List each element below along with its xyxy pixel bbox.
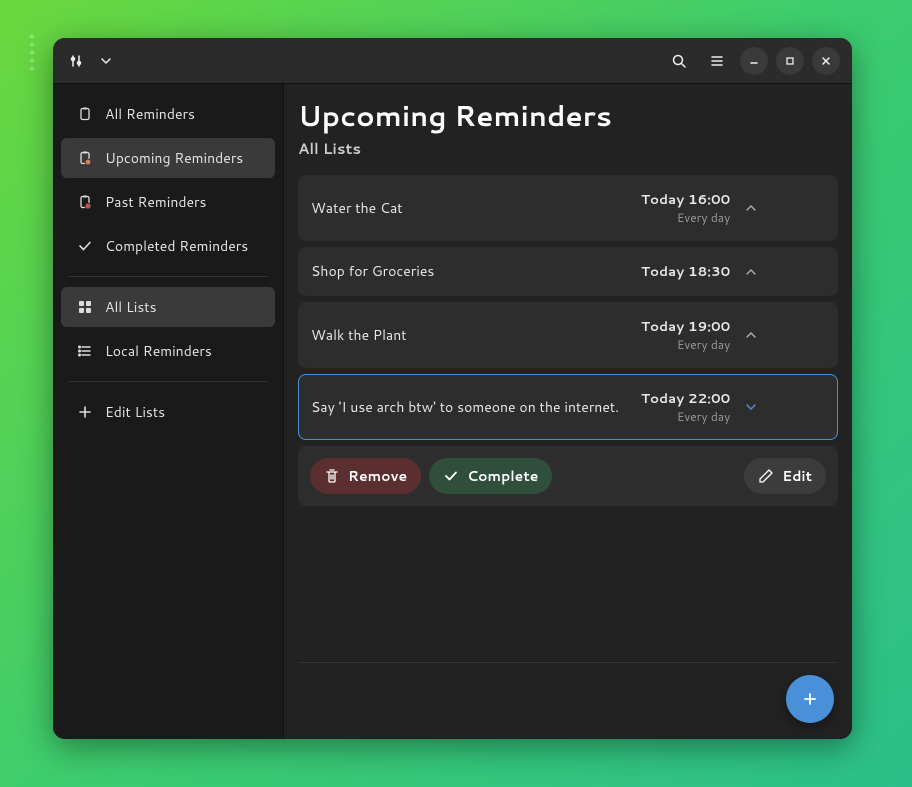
page-subtitle: All Lists [298, 138, 838, 159]
sidebar-item-edit-lists[interactable]: Edit Lists [61, 392, 275, 432]
sidebar: All Reminders Upcoming Reminders Past Re… [53, 84, 283, 739]
titlebar [53, 38, 852, 84]
complete-button[interactable]: Complete [429, 458, 552, 494]
minimize-button[interactable] [740, 47, 768, 75]
menu-icon [709, 53, 725, 69]
chevron-down-icon [100, 55, 112, 67]
chevron-up-icon [745, 266, 757, 278]
trash-icon [324, 468, 340, 484]
clipboard-clock-icon [77, 150, 93, 166]
sidebar-item-label: Upcoming Reminders [105, 148, 243, 168]
sidebar-item-label: Completed Reminders [105, 236, 248, 256]
search-icon [671, 53, 687, 69]
reminder-repeat: Every day [641, 408, 730, 425]
action-panel: Remove Complete Edit [298, 446, 838, 506]
divider [298, 662, 838, 663]
close-button[interactable] [812, 47, 840, 75]
reminder-row[interactable]: Shop for Groceries Today 18:30 [298, 247, 838, 296]
check-icon [443, 468, 459, 484]
reminder-when: Today 22:00 [641, 389, 730, 408]
sidebar-item-label: All Lists [105, 297, 157, 317]
complete-label: Complete [467, 466, 538, 486]
sidebar-item-label: Local Reminders [105, 341, 212, 361]
reminder-title: Say 'I use arch btw' to someone on the i… [311, 398, 631, 416]
pencil-icon [758, 468, 774, 484]
reminder-repeat: Every day [641, 209, 730, 226]
check-icon [77, 238, 93, 254]
reminder-row[interactable]: Water the Cat Today 16:00 Every day [298, 175, 838, 241]
add-reminder-button[interactable] [786, 675, 834, 723]
maximize-button[interactable] [776, 47, 804, 75]
reminder-title: Water the Cat [311, 199, 631, 217]
sidebar-item-label: Edit Lists [105, 402, 165, 422]
reminder-repeat: Every day [641, 336, 730, 353]
divider [69, 381, 267, 382]
edit-button[interactable]: Edit [744, 458, 826, 494]
maximize-icon [784, 55, 796, 67]
expand-toggle[interactable] [742, 266, 760, 278]
expand-toggle[interactable] [742, 329, 760, 341]
expand-toggle[interactable] [742, 202, 760, 214]
sidebar-item-label: All Reminders [105, 104, 195, 124]
reminder-when: Today 16:00 [641, 190, 730, 209]
chevron-up-icon [745, 329, 757, 341]
grid-icon [77, 299, 93, 315]
close-icon [820, 55, 832, 67]
page-title: Upcoming Reminders [298, 96, 838, 136]
sidebar-item-completed-reminders[interactable]: Completed Reminders [61, 226, 275, 266]
divider [69, 276, 267, 277]
view-dropdown-button[interactable] [91, 46, 121, 76]
reminder-when: Today 19:00 [641, 317, 730, 336]
reminder-title: Walk the Plant [311, 326, 631, 344]
plus-icon [77, 404, 93, 420]
chevron-down-icon [745, 401, 757, 413]
search-button[interactable] [664, 46, 694, 76]
reminder-when: Today 18:30 [641, 262, 730, 281]
chevron-up-icon [745, 202, 757, 214]
reminder-row[interactable]: Walk the Plant Today 19:00 Every day [298, 302, 838, 368]
hamburger-menu-button[interactable] [702, 46, 732, 76]
sidebar-item-all-reminders[interactable]: All Reminders [61, 94, 275, 134]
main-panel: Upcoming Reminders All Lists Water the C… [283, 84, 852, 739]
sidebar-item-past-reminders[interactable]: Past Reminders [61, 182, 275, 222]
reminder-title: Shop for Groceries [311, 262, 631, 280]
reminder-row-selected[interactable]: Say 'I use arch btw' to someone on the i… [298, 374, 838, 440]
settings-toggle-button[interactable] [61, 46, 91, 76]
plus-icon [800, 689, 820, 709]
remove-button[interactable]: Remove [310, 458, 421, 494]
app-window: All Reminders Upcoming Reminders Past Re… [53, 38, 852, 739]
list-icon [77, 343, 93, 359]
sliders-icon [68, 53, 84, 69]
sidebar-item-label: Past Reminders [105, 192, 206, 212]
minimize-icon [748, 55, 760, 67]
sidebar-item-local-reminders[interactable]: Local Reminders [61, 331, 275, 371]
clipboard-alert-icon [77, 194, 93, 210]
remove-label: Remove [348, 466, 407, 486]
clipboard-icon [77, 106, 93, 122]
collapse-toggle[interactable] [742, 401, 760, 413]
edit-label: Edit [782, 466, 812, 486]
sidebar-item-all-lists[interactable]: All Lists [61, 287, 275, 327]
sidebar-item-upcoming-reminders[interactable]: Upcoming Reminders [61, 138, 275, 178]
